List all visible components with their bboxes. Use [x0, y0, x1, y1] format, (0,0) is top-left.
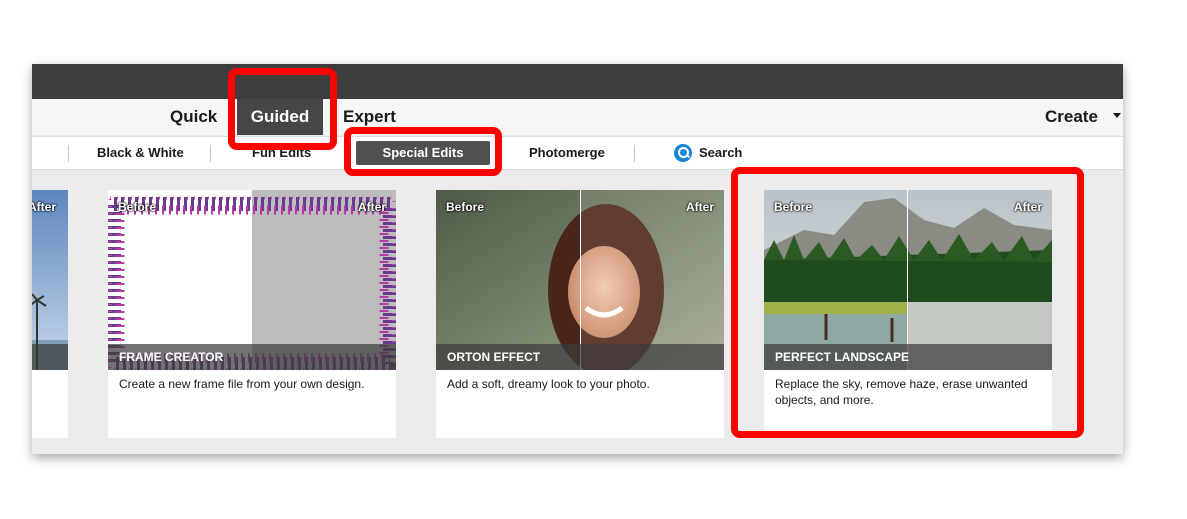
chevron-down-icon[interactable] [1113, 113, 1121, 118]
highlight-guided [228, 68, 337, 150]
category-bar: Black & White Fun Edits Special Edits Ph… [32, 136, 1123, 170]
guided-card-frame-creator[interactable]: FRAME CREATOR Before After Create a new … [108, 190, 396, 438]
tab-separator [68, 145, 69, 162]
before-label: Before [446, 200, 485, 214]
card-caption-bar [32, 344, 68, 370]
beach-image [32, 190, 68, 370]
card-thumbnail [32, 190, 68, 370]
card-caption-bar: ORTON EFFECT [436, 344, 724, 370]
card-title: ORTON EFFECT [447, 350, 541, 364]
guided-card-orton-effect[interactable]: ORTON EFFECT Before After Add a soft, dr… [436, 190, 724, 438]
card-title: FRAME CREATOR [119, 350, 224, 364]
card-description: Add a soft, dreamy look to your photo. [447, 377, 650, 391]
before-after-divider[interactable] [580, 190, 581, 370]
tab-separator [210, 145, 211, 162]
card-thumbnail: FRAME CREATOR [108, 190, 396, 370]
highlight-special-edits [344, 127, 502, 176]
before-label: Before [118, 200, 157, 214]
frame-preview-image [108, 190, 396, 370]
tab-black-white[interactable]: Black & White [97, 137, 184, 169]
after-label: After [685, 200, 714, 214]
tab-separator [634, 145, 635, 162]
guided-card-partial[interactable]: After [32, 190, 68, 438]
search-button[interactable]: Search [699, 137, 742, 169]
after-label: After [32, 200, 57, 214]
title-bar [32, 64, 1123, 99]
card-thumbnail: ORTON EFFECT [436, 190, 724, 370]
highlight-perfect-landscape [731, 167, 1084, 438]
after-label: After [357, 200, 386, 214]
tab-photomerge[interactable]: Photomerge [529, 137, 605, 169]
mode-bar: Quick Guided Expert Create [32, 99, 1123, 135]
card-caption-bar: FRAME CREATOR [108, 344, 396, 370]
create-button[interactable]: Create [1045, 99, 1098, 135]
mode-quick[interactable]: Quick [170, 99, 217, 135]
card-description: Create a new frame file from your own de… [119, 377, 365, 391]
search-icon[interactable] [674, 144, 692, 162]
